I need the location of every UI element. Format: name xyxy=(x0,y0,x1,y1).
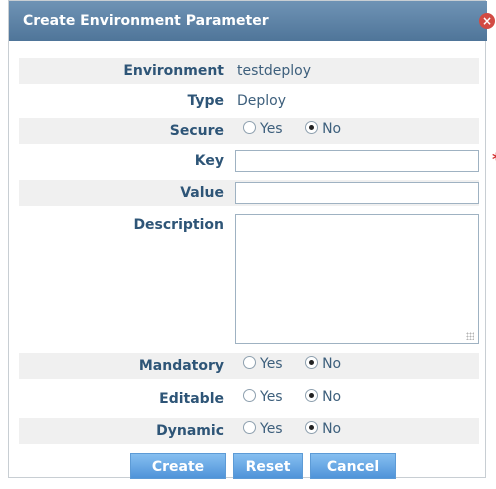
dynamic-no-radio[interactable] xyxy=(305,421,319,434)
environment-label: Environment xyxy=(123,63,224,79)
editable-no-option[interactable]: No xyxy=(305,389,341,405)
mandatory-no-option[interactable]: No xyxy=(305,356,341,372)
secure-row: Secure Yes No xyxy=(19,118,479,144)
dynamic-radio-group: Yes No xyxy=(243,421,359,437)
reset-button[interactable]: Reset xyxy=(233,453,303,479)
dynamic-yes-radio[interactable] xyxy=(243,421,256,434)
secure-no-radio[interactable] xyxy=(305,121,319,134)
secure-yes-label: Yes xyxy=(260,121,283,137)
type-label: Type xyxy=(187,93,224,109)
required-marker: * xyxy=(492,150,496,170)
dialog-title: Create Environment Parameter xyxy=(23,13,269,29)
value-label: Value xyxy=(180,185,224,201)
value-input[interactable] xyxy=(235,182,479,204)
secure-no-option[interactable]: No xyxy=(305,121,341,137)
editable-no-radio[interactable] xyxy=(305,389,319,402)
secure-yes-option[interactable]: Yes xyxy=(243,121,283,137)
mandatory-yes-option[interactable]: Yes xyxy=(243,356,283,372)
mandatory-yes-label: Yes xyxy=(260,356,283,372)
mandatory-no-label: No xyxy=(322,356,342,372)
create-button[interactable]: Create xyxy=(130,453,226,479)
mandatory-row: Mandatory Yes No xyxy=(19,353,479,379)
dialog-titlebar[interactable]: Create Environment Parameter × xyxy=(9,1,495,41)
dynamic-yes-option[interactable]: Yes xyxy=(243,421,283,437)
type-row: Type Deploy xyxy=(19,88,479,114)
key-label: Key xyxy=(194,153,224,169)
secure-no-label: No xyxy=(322,121,342,137)
dynamic-label: Dynamic xyxy=(156,423,224,439)
dynamic-no-option[interactable]: No xyxy=(305,421,341,437)
description-textarea[interactable] xyxy=(235,214,479,344)
editable-radio-group: Yes No xyxy=(243,389,359,405)
environment-value: testdeploy xyxy=(237,63,312,79)
mandatory-label: Mandatory xyxy=(138,358,224,374)
secure-radio-group: Yes No xyxy=(243,121,359,137)
key-input[interactable] xyxy=(235,150,479,172)
dynamic-yes-label: Yes xyxy=(260,421,283,437)
secure-label: Secure xyxy=(169,123,224,139)
create-environment-parameter-dialog: Create Environment Parameter × Environme… xyxy=(8,0,496,479)
cancel-button[interactable]: Cancel xyxy=(310,453,396,479)
editable-no-label: No xyxy=(322,389,342,405)
editable-row: Editable Yes No xyxy=(19,386,479,412)
mandatory-radio-group: Yes No xyxy=(243,356,359,372)
secure-yes-radio[interactable] xyxy=(243,121,256,134)
mandatory-no-radio[interactable] xyxy=(305,356,319,369)
dialog-buttons: Create Reset Cancel xyxy=(9,453,487,479)
resize-handle-icon[interactable] xyxy=(466,332,474,340)
editable-yes-label: Yes xyxy=(260,389,283,405)
close-icon[interactable]: × xyxy=(479,13,495,29)
mandatory-yes-radio[interactable] xyxy=(243,356,256,369)
environment-row: Environment testdeploy xyxy=(19,58,479,84)
description-label: Description xyxy=(133,217,224,233)
type-value: Deploy xyxy=(237,93,287,109)
editable-yes-radio[interactable] xyxy=(243,389,256,402)
editable-yes-option[interactable]: Yes xyxy=(243,389,283,405)
dynamic-row: Dynamic Yes No xyxy=(19,418,479,444)
dynamic-no-label: No xyxy=(322,421,342,437)
editable-label: Editable xyxy=(159,391,224,407)
